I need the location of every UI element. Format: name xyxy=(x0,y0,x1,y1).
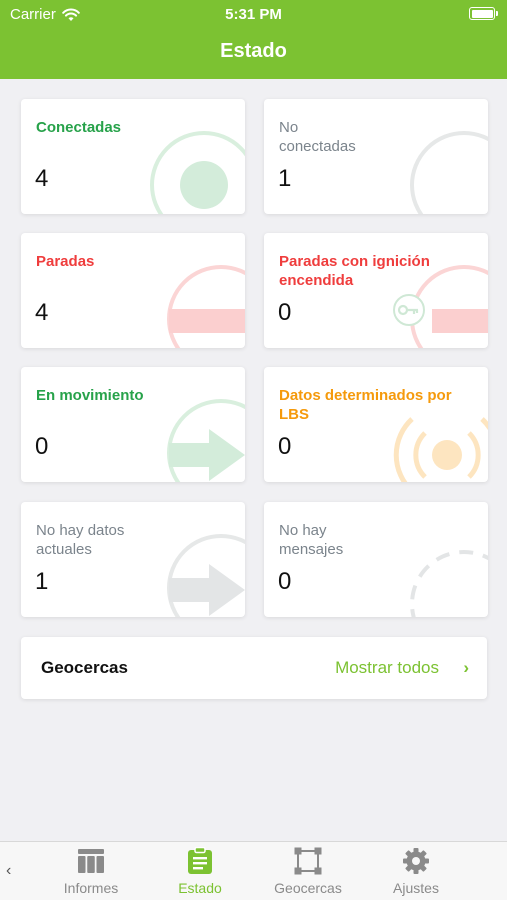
tab-label: Informes xyxy=(63,880,119,896)
tab-label: Estado xyxy=(178,880,222,896)
card-value: 0 xyxy=(278,568,292,595)
card-label: No hay datos actuales xyxy=(36,522,125,558)
tab-label: Geocercas xyxy=(274,880,342,896)
card-moving[interactable]: En movimiento 0 xyxy=(21,367,245,482)
show-all-link[interactable]: Mostrar todos xyxy=(335,658,439,678)
card-value: 1 xyxy=(278,165,292,192)
geofences-title: Geocercas xyxy=(41,658,128,677)
card-value: 4 xyxy=(35,165,49,192)
card-label: No hay mensajes xyxy=(279,522,344,558)
status-bar: Carrier 5:31 PM xyxy=(0,0,507,28)
card-value: 4 xyxy=(35,299,49,326)
tab-ajustes[interactable]: Ajustes xyxy=(366,846,466,898)
tab-informes[interactable]: Informes xyxy=(41,846,141,898)
tab-label: Ajustes xyxy=(393,880,439,896)
battery-icon xyxy=(469,7,498,20)
tab-estado[interactable]: Estado xyxy=(150,846,250,898)
dashed-circle-icon xyxy=(410,550,488,617)
connected-circle-icon xyxy=(150,131,245,214)
card-value: 0 xyxy=(35,433,49,460)
tab-bar: ‹ Informes Estado Geocercas Ajustes xyxy=(0,841,507,900)
gear-icon xyxy=(403,848,429,874)
disconnected-circle-icon xyxy=(410,131,488,214)
nav-header: Carrier 5:31 PM Estado xyxy=(0,0,507,79)
gray-arrow-icon xyxy=(167,534,245,617)
card-value: 0 xyxy=(278,433,292,460)
card-not-connected[interactable]: No conectadas 1 xyxy=(264,99,488,214)
card-label: En movimiento xyxy=(36,387,144,404)
signal-broadcast-icon xyxy=(393,417,488,482)
card-no-current-data[interactable]: No hay datos actuales 1 xyxy=(21,502,245,617)
clock: 5:31 PM xyxy=(225,6,282,23)
card-label: No conectadas xyxy=(279,119,356,155)
card-no-messages[interactable]: No hay mensajes 0 xyxy=(264,502,488,617)
card-value: 0 xyxy=(278,299,292,326)
table-icon xyxy=(78,849,104,873)
key-icon xyxy=(393,294,425,326)
page-title: Estado xyxy=(220,40,287,62)
card-stopped-ignition-on[interactable]: Paradas con ignición encendida 0 xyxy=(264,233,488,348)
geofences-row[interactable]: Geocercas Mostrar todos › xyxy=(21,637,487,699)
geofence-icon xyxy=(294,847,322,875)
clipboard-icon xyxy=(188,847,212,874)
card-connected[interactable]: Conectadas 4 xyxy=(21,99,245,214)
card-stopped[interactable]: Paradas 4 xyxy=(21,233,245,348)
moving-arrow-icon xyxy=(167,399,245,482)
chevron-left-icon[interactable]: ‹ xyxy=(6,862,11,880)
stop-icon xyxy=(167,265,245,348)
tab-geocercas[interactable]: Geocercas xyxy=(258,846,358,898)
chevron-right-icon[interactable]: › xyxy=(463,658,469,678)
card-lbs[interactable]: Datos determinados por LBS 0 xyxy=(264,367,488,482)
card-value: 1 xyxy=(35,568,49,595)
